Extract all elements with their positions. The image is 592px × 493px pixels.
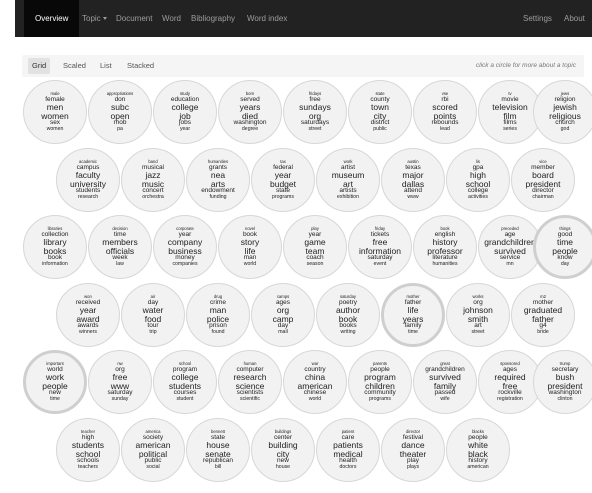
topic-word: series xyxy=(503,125,517,132)
topic-circle[interactable]: works org johnson smith art street xyxy=(446,283,510,347)
topic-word: writing xyxy=(340,328,356,335)
topic-circle[interactable]: saturday poetry author book books writing xyxy=(316,283,380,347)
topic-word: social xyxy=(146,463,160,470)
topic-circle[interactable]: air day water food tour trip xyxy=(121,283,185,347)
topic-word: year xyxy=(179,125,191,132)
topic-word: world xyxy=(308,395,322,402)
topic-word: bride xyxy=(537,328,549,335)
topic-circle[interactable]: m2 mother graduated father g4 bride xyxy=(511,283,575,347)
topic-circle[interactable]: state county town city district public xyxy=(348,80,412,144)
topic-word: winners xyxy=(79,328,97,335)
topic-circle[interactable]: patient care patients medical health doctors xyxy=(316,418,380,482)
topic-word: plays xyxy=(406,463,420,470)
topic-circle[interactable]: director festival dance theater play plays xyxy=(381,418,445,482)
topic-word: programs xyxy=(369,395,391,402)
topic-circle[interactable]: important world work people new time xyxy=(23,350,87,414)
topic-circle[interactable]: book english history professor literature hum… xyxy=(413,215,477,279)
topic-word: mn xyxy=(506,260,514,267)
topic-word: god xyxy=(560,125,570,132)
topic-circle[interactable]: corporate year company business money compani… xyxy=(153,215,217,279)
topic-word: chairman xyxy=(532,193,554,200)
topic-circle[interactable]: bennett state house senate republican bill xyxy=(186,418,250,482)
topic-word: scientific xyxy=(240,395,260,402)
topic-word: pa xyxy=(117,125,123,132)
topic-word: orchestra xyxy=(142,193,164,200)
topic-circle[interactable]: male female men women sex women xyxy=(23,80,87,144)
topic-grid: male female men women sex women appropriations… xyxy=(0,0,592,493)
topic-circle[interactable]: decision time members officials week law xyxy=(88,215,152,279)
topic-circle[interactable]: vse rbi scored points rebounds lead xyxy=(413,80,477,144)
topic-circle[interactable]: work artist museum art artists exhibition xyxy=(316,148,380,212)
topic-circle[interactable]: libraries collection library books book infor… xyxy=(23,215,87,279)
topic-word: event xyxy=(373,260,387,267)
topic-circle[interactable]: humanities grants nea arts endowment funding xyxy=(186,148,250,212)
topic-word: american xyxy=(467,463,489,470)
topic-word: time xyxy=(50,395,60,402)
topic-circle[interactable]: lis gpa high school college activities xyxy=(446,148,510,212)
topic-circle[interactable]: trump secretary bush president washington cli… xyxy=(533,350,592,414)
topic-word: doctors xyxy=(339,463,357,470)
topic-circle[interactable]: school program college students courses stude… xyxy=(153,350,217,414)
topic-word: research xyxy=(77,193,99,200)
topic-word: exhibition xyxy=(337,193,359,200)
topic-word: sunday xyxy=(111,395,129,402)
topic-circle[interactable]: things good time people know day xyxy=(533,215,592,279)
topic-circle[interactable]: parents people program children community pro… xyxy=(348,350,412,414)
topic-word: degree xyxy=(241,125,259,132)
topic-circle[interactable]: born served years died washington degree xyxy=(218,80,282,144)
topic-word: wife xyxy=(440,395,450,402)
topic-word: time xyxy=(408,328,418,335)
topic-circle[interactable]: play year game team coach season xyxy=(283,215,347,279)
topic-word: bill xyxy=(214,463,222,470)
topic-word: companies xyxy=(172,260,198,267)
topic-word: season xyxy=(306,260,324,267)
topic-word: street xyxy=(308,125,322,132)
topic-word: public xyxy=(373,125,387,132)
topic-word: registration xyxy=(497,395,523,402)
topic-word: house xyxy=(275,463,291,470)
topic-circle[interactable]: study education college job jobs year xyxy=(153,80,217,144)
topic-circle[interactable]: friday tickets free information saturday even… xyxy=(348,215,412,279)
topic-circle[interactable]: novel book story life man world xyxy=(218,215,282,279)
topic-circle[interactable]: teacher high students school schools teachers xyxy=(56,418,120,482)
topic-circle[interactable]: fridays free sundays org saturdays street xyxy=(283,80,347,144)
topic-circle[interactable]: nw org free www saturday sunday xyxy=(88,350,152,414)
topic-word: information xyxy=(42,260,68,267)
topic-circle[interactable]: vice member board president director chairman xyxy=(511,148,575,212)
topic-circle[interactable]: great grandchildren survived family passed wi… xyxy=(413,350,477,414)
topic-word: street xyxy=(471,328,485,335)
topic-circle[interactable]: academic campus faculty university students r… xyxy=(56,148,120,212)
topic-word: humanities xyxy=(432,260,458,267)
topic-word: day xyxy=(560,260,570,267)
topic-circle[interactable]: appropriations don subc open rhob pa xyxy=(88,80,152,144)
topic-word: trip xyxy=(149,328,157,335)
topic-circle[interactable]: human computer research science scientists sc… xyxy=(218,350,282,414)
topic-circle[interactable]: won received year award awards winners xyxy=(56,283,120,347)
topic-word: clinton xyxy=(557,395,573,402)
topic-word: www xyxy=(407,193,419,200)
topic-word: found xyxy=(211,328,225,335)
topic-circle[interactable]: america society american political public soc… xyxy=(121,418,185,482)
topic-circle[interactable]: buildings center building city new house xyxy=(251,418,315,482)
topic-word: women xyxy=(46,125,64,132)
topic-word: mail xyxy=(278,328,288,335)
topic-circle[interactable]: war country china american chinese world xyxy=(283,350,347,414)
topic-circle[interactable]: mother father life years family time xyxy=(381,283,445,347)
topic-word: world xyxy=(243,260,257,267)
topic-circle[interactable]: tax federal year budget state programs xyxy=(251,148,315,212)
topic-word: student xyxy=(176,395,194,402)
topic-word: activities xyxy=(468,193,488,200)
topic-circle[interactable]: band musical jazz music concert orchestra xyxy=(121,148,185,212)
topic-word: lead xyxy=(440,125,450,132)
topic-circle[interactable]: austin texas major dallas attend www xyxy=(381,148,445,212)
topic-circle[interactable]: blacks people white black history american xyxy=(446,418,510,482)
topic-word: funding xyxy=(209,193,227,200)
topic-word: teachers xyxy=(78,463,98,470)
topic-word: law xyxy=(116,260,124,267)
topic-circle[interactable]: jews religion jewish religious church god xyxy=(533,80,592,144)
topic-word: programs xyxy=(272,193,294,200)
topic-circle[interactable]: drug crime man police prison found xyxy=(186,283,250,347)
topic-circle[interactable]: camps ages org camp day mail xyxy=(251,283,315,347)
